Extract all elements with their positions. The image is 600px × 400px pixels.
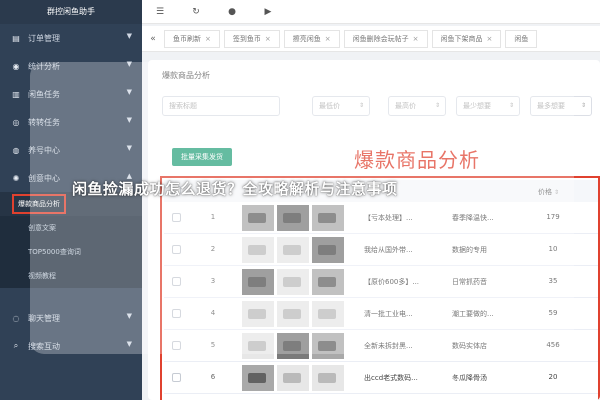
sidebar: 群控闲鱼助手 ▤ 订单管理 ▼ ◉ 统计分析 ▼ ▥ 闲鱼任务 ▼ ◎ 转转任务… (0, 0, 142, 400)
stepper-icon[interactable]: ⇕ (581, 97, 586, 115)
sidebar-subitem-label: TOP5000查询词 (28, 248, 81, 256)
chevron-down-icon: ▼ (126, 144, 132, 152)
sidebar-item-account-center[interactable]: ◍ 养号中心 ▼ (0, 136, 142, 164)
sidebar-item-label: 转转任务 (28, 117, 60, 127)
min-price-input[interactable]: 最低价 ⇕ (312, 96, 370, 116)
top-toolbar: ☰ ↻ ● ▶ (142, 0, 600, 24)
sidebar-item-label: 创意中心 (28, 173, 60, 183)
user-icon: ◍ (12, 145, 20, 155)
main-card: 爆款商品分析 搜索标题 最低价 ⇕ 最高价 ⇕ 最少想要 ⇕ 最多想要 ⇕ 批量… (148, 60, 600, 400)
tab-delete-posts[interactable]: 闲鱼删除会玩帖子 × (343, 29, 428, 48)
tab-strip: « 鱼币刷新 × 签到鱼币 × 擦亮闲鱼 × 闲鱼删除会玩帖子 × 闲鱼下架商品 × 闲鱼 (142, 26, 600, 52)
max-wants-input[interactable]: 最多想要 ⇕ (530, 96, 592, 116)
sidebar-subitem-video-tutorial[interactable]: 视频教程 (0, 264, 142, 288)
refresh-icon[interactable]: ↻ (178, 7, 214, 17)
search-title-placeholder: 搜索标题 (169, 102, 197, 110)
tab-refresh-coins[interactable]: 鱼币刷新 × (164, 29, 220, 48)
sidebar-item-orders[interactable]: ▤ 订单管理 ▼ (0, 24, 142, 52)
overlay-headline: 闲鱼捡漏成功怎么退货？全攻略解析与注意事项 (72, 180, 398, 198)
task-icon: ▥ (12, 89, 20, 99)
sidebar-subitem-label: 创意文案 (28, 224, 56, 232)
sidebar-item-search-interact[interactable]: ⌕ 搜索互动 ▼ (0, 332, 142, 360)
search-title-input[interactable]: 搜索标题 (162, 96, 280, 116)
tab-sign-coins[interactable]: 签到鱼币 × (223, 29, 280, 48)
tab-label: 闲鱼删除会玩帖子 (352, 34, 409, 43)
sidebar-subitem-label: 爆款商品分析 (12, 194, 66, 214)
sidebar-item-label: 订单管理 (28, 33, 60, 43)
batch-collect-button[interactable]: 批量采集发货 (172, 148, 232, 166)
min-price-placeholder: 最低价 (319, 102, 340, 110)
stepper-icon[interactable]: ⇕ (435, 97, 440, 115)
search-icon: ⌕ (13, 341, 19, 350)
max-wants-placeholder: 最多想要 (537, 102, 565, 110)
min-wants-input[interactable]: 最少想要 ⇕ (456, 96, 520, 116)
tabs-scroll-left-icon[interactable]: « (142, 34, 164, 44)
gear-icon: ✺ (12, 173, 20, 183)
max-price-placeholder: 最高价 (395, 102, 416, 110)
emoji-icon[interactable]: ● (214, 7, 250, 17)
chevron-down-icon: ▼ (126, 60, 132, 68)
sidebar-item-stats[interactable]: ◉ 统计分析 ▼ (0, 52, 142, 80)
chevron-down-icon: ▼ (126, 32, 132, 40)
close-icon[interactable]: × (413, 35, 419, 43)
chevron-down-icon: ▼ (126, 88, 132, 96)
close-icon[interactable]: × (325, 35, 331, 43)
sidebar-subitem-label: 视频教程 (28, 272, 56, 280)
tab-delist[interactable]: 闲鱼下架商品 × (431, 29, 502, 48)
sidebar-item-xianyu-tasks[interactable]: ▥ 闲鱼任务 ▼ (0, 80, 142, 108)
sidebar-item-label: 搜索互动 (28, 341, 60, 351)
tab-label: 鱼币刷新 (173, 34, 201, 43)
sidebar-item-chat[interactable]: ◌ 聊天管理 ▼ (0, 304, 142, 332)
tab-polish[interactable]: 擦亮闲鱼 × (283, 29, 340, 48)
tab-label: 闲鱼 (514, 34, 529, 43)
sidebar-subitem-top-keywords[interactable]: TOP5000查询词 (0, 240, 142, 264)
chat-icon: ◌ (12, 313, 20, 323)
close-icon[interactable]: × (205, 35, 211, 43)
chevron-down-icon: ▼ (126, 116, 132, 124)
sidebar-subitem-creative-copy[interactable]: 创意文案 (0, 216, 142, 240)
chart-icon: ◉ (12, 61, 20, 71)
chevron-down-icon: ▼ (126, 312, 132, 320)
tab-label: 闲鱼下架商品 (440, 34, 483, 43)
close-icon[interactable]: × (265, 35, 271, 43)
refresh-icon: ◎ (12, 117, 20, 127)
stepper-icon[interactable]: ⇕ (509, 97, 514, 115)
document-icon: ▤ (12, 33, 20, 43)
sidebar-item-label: 聊天管理 (28, 313, 60, 323)
min-wants-placeholder: 最少想要 (463, 102, 491, 110)
chevron-down-icon: ▼ (126, 340, 132, 348)
annotation-title: 爆款商品分析 (354, 148, 480, 172)
menu-toggle-icon[interactable]: ☰ (142, 7, 178, 17)
tab-label: 签到鱼币 (232, 34, 261, 43)
sidebar-item-zhuanzhuan-tasks[interactable]: ◎ 转转任务 ▼ (0, 108, 142, 136)
tab-label: 擦亮闲鱼 (292, 34, 321, 43)
play-icon[interactable]: ▶ (250, 7, 286, 17)
sidebar-item-label: 统计分析 (28, 61, 60, 71)
stepper-icon[interactable]: ⇕ (359, 97, 364, 115)
sidebar-item-label: 养号中心 (28, 145, 60, 155)
app-title: 群控闲鱼助手 (0, 0, 142, 24)
max-price-input[interactable]: 最高价 ⇕ (388, 96, 446, 116)
sidebar-item-label: 闲鱼任务 (28, 89, 60, 99)
page-title: 爆款商品分析 (162, 71, 210, 80)
highlight-frame (160, 176, 600, 400)
close-icon[interactable]: × (487, 35, 493, 43)
tab-more[interactable]: 闲鱼 (505, 29, 538, 48)
